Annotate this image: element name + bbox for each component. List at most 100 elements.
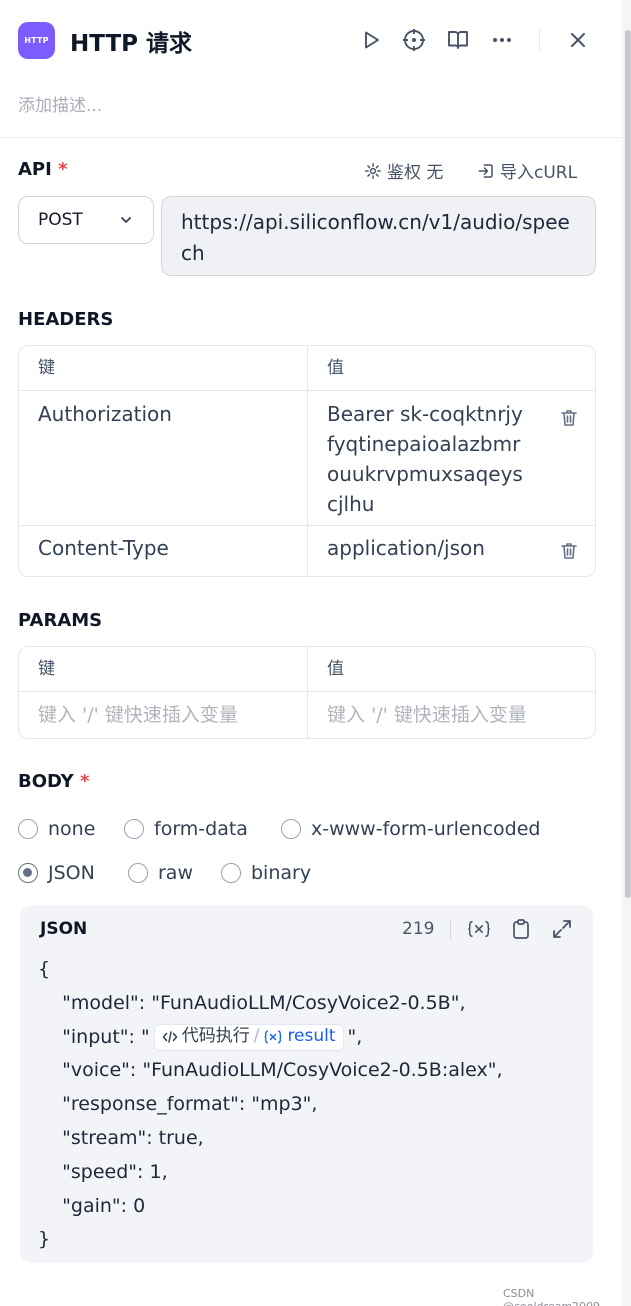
- table-header-row: 键 值: [19, 346, 595, 390]
- play-icon: [365, 31, 379, 49]
- radio-label: raw: [158, 862, 193, 884]
- import-curl-button[interactable]: 导入cURL: [477, 158, 577, 183]
- header-value-text: Bearer sk-coqktnrjyfyqtinepaioalazbmrouu…: [327, 402, 523, 516]
- body-label: BODY *: [18, 771, 89, 792]
- json-code[interactable]: { "model": "FunAudioLLM/CosyVoice2-0.5B"…: [38, 953, 503, 1257]
- http-node-icon: HTTP: [18, 22, 55, 59]
- delete-row-button[interactable]: [557, 539, 581, 563]
- gear-icon: [365, 162, 381, 179]
- book-open-icon: [448, 31, 468, 49]
- watermark: CSDN @cooldream2009: [503, 1287, 600, 1306]
- table-header-row: 键 值: [19, 647, 595, 691]
- table-row: Authorization Bearer sk-coqktnrjyfyqtine…: [19, 390, 595, 525]
- method-value: POST: [38, 210, 83, 230]
- param-key-input[interactable]: 键入 '/' 键快速插入变量: [19, 692, 308, 738]
- variable-node-name: 代码执行: [181, 1026, 250, 1047]
- auth-label: 鉴权 无: [387, 163, 444, 183]
- expand-button[interactable]: [550, 917, 574, 941]
- key-column-header: 键: [19, 647, 308, 691]
- locate-button[interactable]: [400, 26, 428, 54]
- variable-icon: [265, 1030, 282, 1044]
- radio-selected-icon: [18, 863, 38, 883]
- node-title[interactable]: HTTP 请求: [70, 24, 192, 58]
- value-column-header: 值: [327, 358, 344, 378]
- header-value-input[interactable]: application/json: [308, 526, 595, 576]
- radio-label: none: [48, 818, 96, 840]
- body-type-urlencoded[interactable]: x-www-form-urlencoded: [281, 818, 540, 840]
- editor-divider: [450, 921, 451, 939]
- insert-variable-button[interactable]: [467, 917, 491, 941]
- code-line: "stream": true,: [38, 1126, 204, 1149]
- api-label-text: API: [18, 159, 52, 180]
- header-divider: [539, 30, 540, 52]
- code-line: }: [38, 1228, 51, 1251]
- more-icon: [493, 38, 511, 42]
- expand-icon: [553, 920, 571, 938]
- headers-table: 键 值 Authorization Bearer sk-coqktnrjyfyq…: [18, 345, 596, 577]
- radio-label: JSON: [48, 862, 95, 884]
- api-label: API *: [18, 159, 68, 180]
- body-type-raw[interactable]: raw: [128, 862, 193, 884]
- code-text: ",: [347, 1025, 363, 1048]
- import-icon: [478, 163, 493, 178]
- description-input[interactable]: 添加描述...: [18, 91, 102, 116]
- close-icon: [571, 33, 585, 47]
- copy-button[interactable]: [509, 917, 533, 941]
- radio-icon: [128, 863, 148, 883]
- body-type-binary[interactable]: binary: [221, 862, 311, 884]
- code-line: "speed": 1,: [38, 1160, 168, 1183]
- header-key-input[interactable]: Content-Type: [19, 526, 308, 576]
- delete-row-button[interactable]: [557, 406, 581, 430]
- clipboard-icon: [513, 919, 529, 939]
- params-table: 键 值 键入 '/' 键快速插入变量 键入 '/' 键快速插入变量: [18, 646, 596, 739]
- crosshair-icon: [403, 29, 425, 51]
- header-divider-line: [0, 137, 622, 138]
- variable-name: result: [287, 1026, 336, 1047]
- trash-icon: [561, 410, 577, 426]
- radio-label: x-www-form-urlencoded: [311, 818, 541, 840]
- body-type-none[interactable]: none: [18, 818, 95, 840]
- variable-separator: /: [253, 1026, 260, 1047]
- value-column-header: 值: [327, 659, 344, 679]
- required-mark: *: [79, 771, 90, 792]
- method-select[interactable]: POST: [18, 196, 154, 244]
- code-line: {: [38, 958, 51, 980]
- header-key-input[interactable]: Authorization: [19, 391, 308, 525]
- radio-icon: [124, 819, 144, 839]
- body-type-form-data[interactable]: form-data: [124, 818, 248, 840]
- more-button[interactable]: [488, 26, 516, 54]
- trash-icon: [561, 543, 577, 559]
- json-editor[interactable]: JSON 219 { "model": "FunAudioLLM/CosyVoi…: [20, 905, 593, 1263]
- code-line: "voice": "FunAudioLLM/CosyVoice2-0.5B:al…: [38, 1059, 503, 1082]
- radio-icon: [18, 819, 38, 839]
- scrollbar-thumb[interactable]: [625, 30, 631, 898]
- table-row: Content-Type application/json: [19, 525, 595, 576]
- params-label: PARAMS: [18, 610, 103, 631]
- param-value-input[interactable]: 键入 '/' 键快速插入变量: [308, 692, 595, 738]
- auth-button[interactable]: 鉴权 无: [364, 158, 443, 183]
- radio-label: form-data: [154, 818, 248, 840]
- docs-button[interactable]: [444, 26, 472, 54]
- body-label-text: BODY: [18, 771, 74, 792]
- header-value-text: application/json: [327, 536, 485, 560]
- table-row: 键入 '/' 键快速插入变量 键入 '/' 键快速插入变量: [19, 691, 595, 738]
- body-type-json[interactable]: JSON: [18, 862, 95, 884]
- char-count: 219: [402, 919, 435, 939]
- url-input[interactable]: https://api.siliconflow.cn/v1/audio/spee…: [161, 196, 596, 276]
- variable-chip[interactable]: 代码执行 / result: [153, 1023, 344, 1051]
- radio-icon: [281, 819, 301, 839]
- code-line: "response_format": "mp3",: [38, 1093, 318, 1116]
- key-column-header: 键: [19, 346, 308, 390]
- variable-icon: [468, 920, 490, 938]
- import-curl-label: 导入cURL: [500, 163, 578, 183]
- code-line: "model": "FunAudioLLM/CosyVoice2-0.5B",: [38, 991, 466, 1014]
- header-value-input[interactable]: Bearer sk-coqktnrjyfyqtinepaioalazbmrouu…: [308, 391, 595, 525]
- code-line: "input": " 代码执行 / result ",: [38, 1021, 503, 1055]
- run-button[interactable]: [357, 26, 385, 54]
- close-button[interactable]: [564, 26, 592, 54]
- chevron-down-icon: [121, 217, 131, 223]
- radio-label: binary: [251, 862, 312, 884]
- radio-icon: [221, 863, 241, 883]
- code-text: "input": ": [38, 1025, 150, 1048]
- code-node-icon: [162, 1031, 177, 1043]
